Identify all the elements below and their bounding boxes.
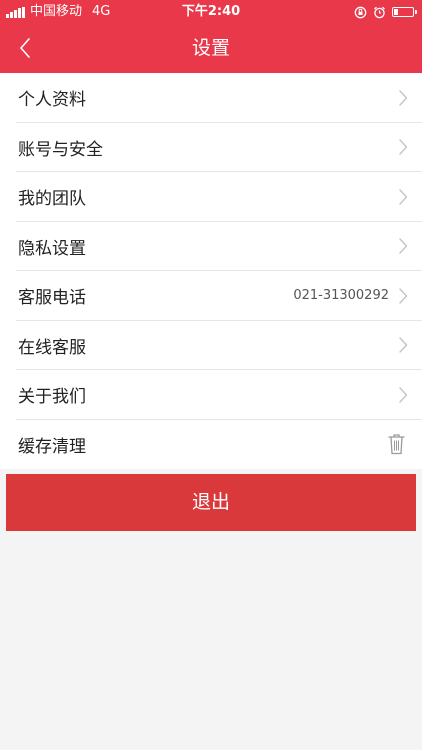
settings-item-label: 缓存清理 xyxy=(18,436,86,457)
settings-list: 个人资料 账号与安全 我的团队 隐私设置 客服电话 021-31300292 在… xyxy=(0,73,422,469)
settings-item-label: 客服电话 xyxy=(18,288,86,309)
settings-item-label: 隐私设置 xyxy=(18,238,86,259)
nav-bar: 设置 xyxy=(0,24,422,73)
logout-button[interactable]: 退出 xyxy=(6,474,416,531)
alarm-icon xyxy=(373,6,386,19)
header: 中国移动 4G 下午2:40 设置 xyxy=(0,0,422,73)
service-phone-number: 021-31300292 xyxy=(293,288,389,304)
status-bar: 中国移动 4G 下午2:40 xyxy=(0,0,422,24)
settings-item-account-security[interactable]: 账号与安全 xyxy=(0,123,422,173)
settings-item-about-us[interactable]: 关于我们 xyxy=(0,370,422,420)
status-right xyxy=(348,0,417,24)
trash-icon[interactable] xyxy=(388,433,405,455)
settings-item-label: 个人资料 xyxy=(18,90,86,111)
chevron-right-icon xyxy=(399,238,408,254)
battery-level xyxy=(394,9,399,15)
battery-icon xyxy=(392,7,417,17)
settings-item-profile[interactable]: 个人资料 xyxy=(0,73,422,123)
page-title: 设置 xyxy=(191,37,230,59)
chevron-right-icon xyxy=(399,189,408,205)
settings-item-service-phone[interactable]: 客服电话 021-31300292 xyxy=(0,271,422,321)
settings-item-online-service[interactable]: 在线客服 xyxy=(0,321,422,371)
settings-item-clear-cache[interactable]: 缓存清理 xyxy=(0,420,422,470)
chevron-right-icon xyxy=(399,139,408,155)
settings-item-label: 关于我们 xyxy=(18,387,86,408)
settings-item-label: 我的团队 xyxy=(18,189,86,210)
chevron-right-icon xyxy=(399,90,408,106)
rotation-lock-icon xyxy=(354,6,367,19)
settings-item-my-team[interactable]: 我的团队 xyxy=(0,172,422,222)
settings-item-privacy[interactable]: 隐私设置 xyxy=(0,222,422,272)
chevron-right-icon xyxy=(399,288,408,304)
settings-item-label: 在线客服 xyxy=(18,337,86,358)
settings-item-label: 账号与安全 xyxy=(18,139,103,160)
chevron-right-icon xyxy=(399,387,408,403)
chevron-right-icon xyxy=(399,337,408,353)
